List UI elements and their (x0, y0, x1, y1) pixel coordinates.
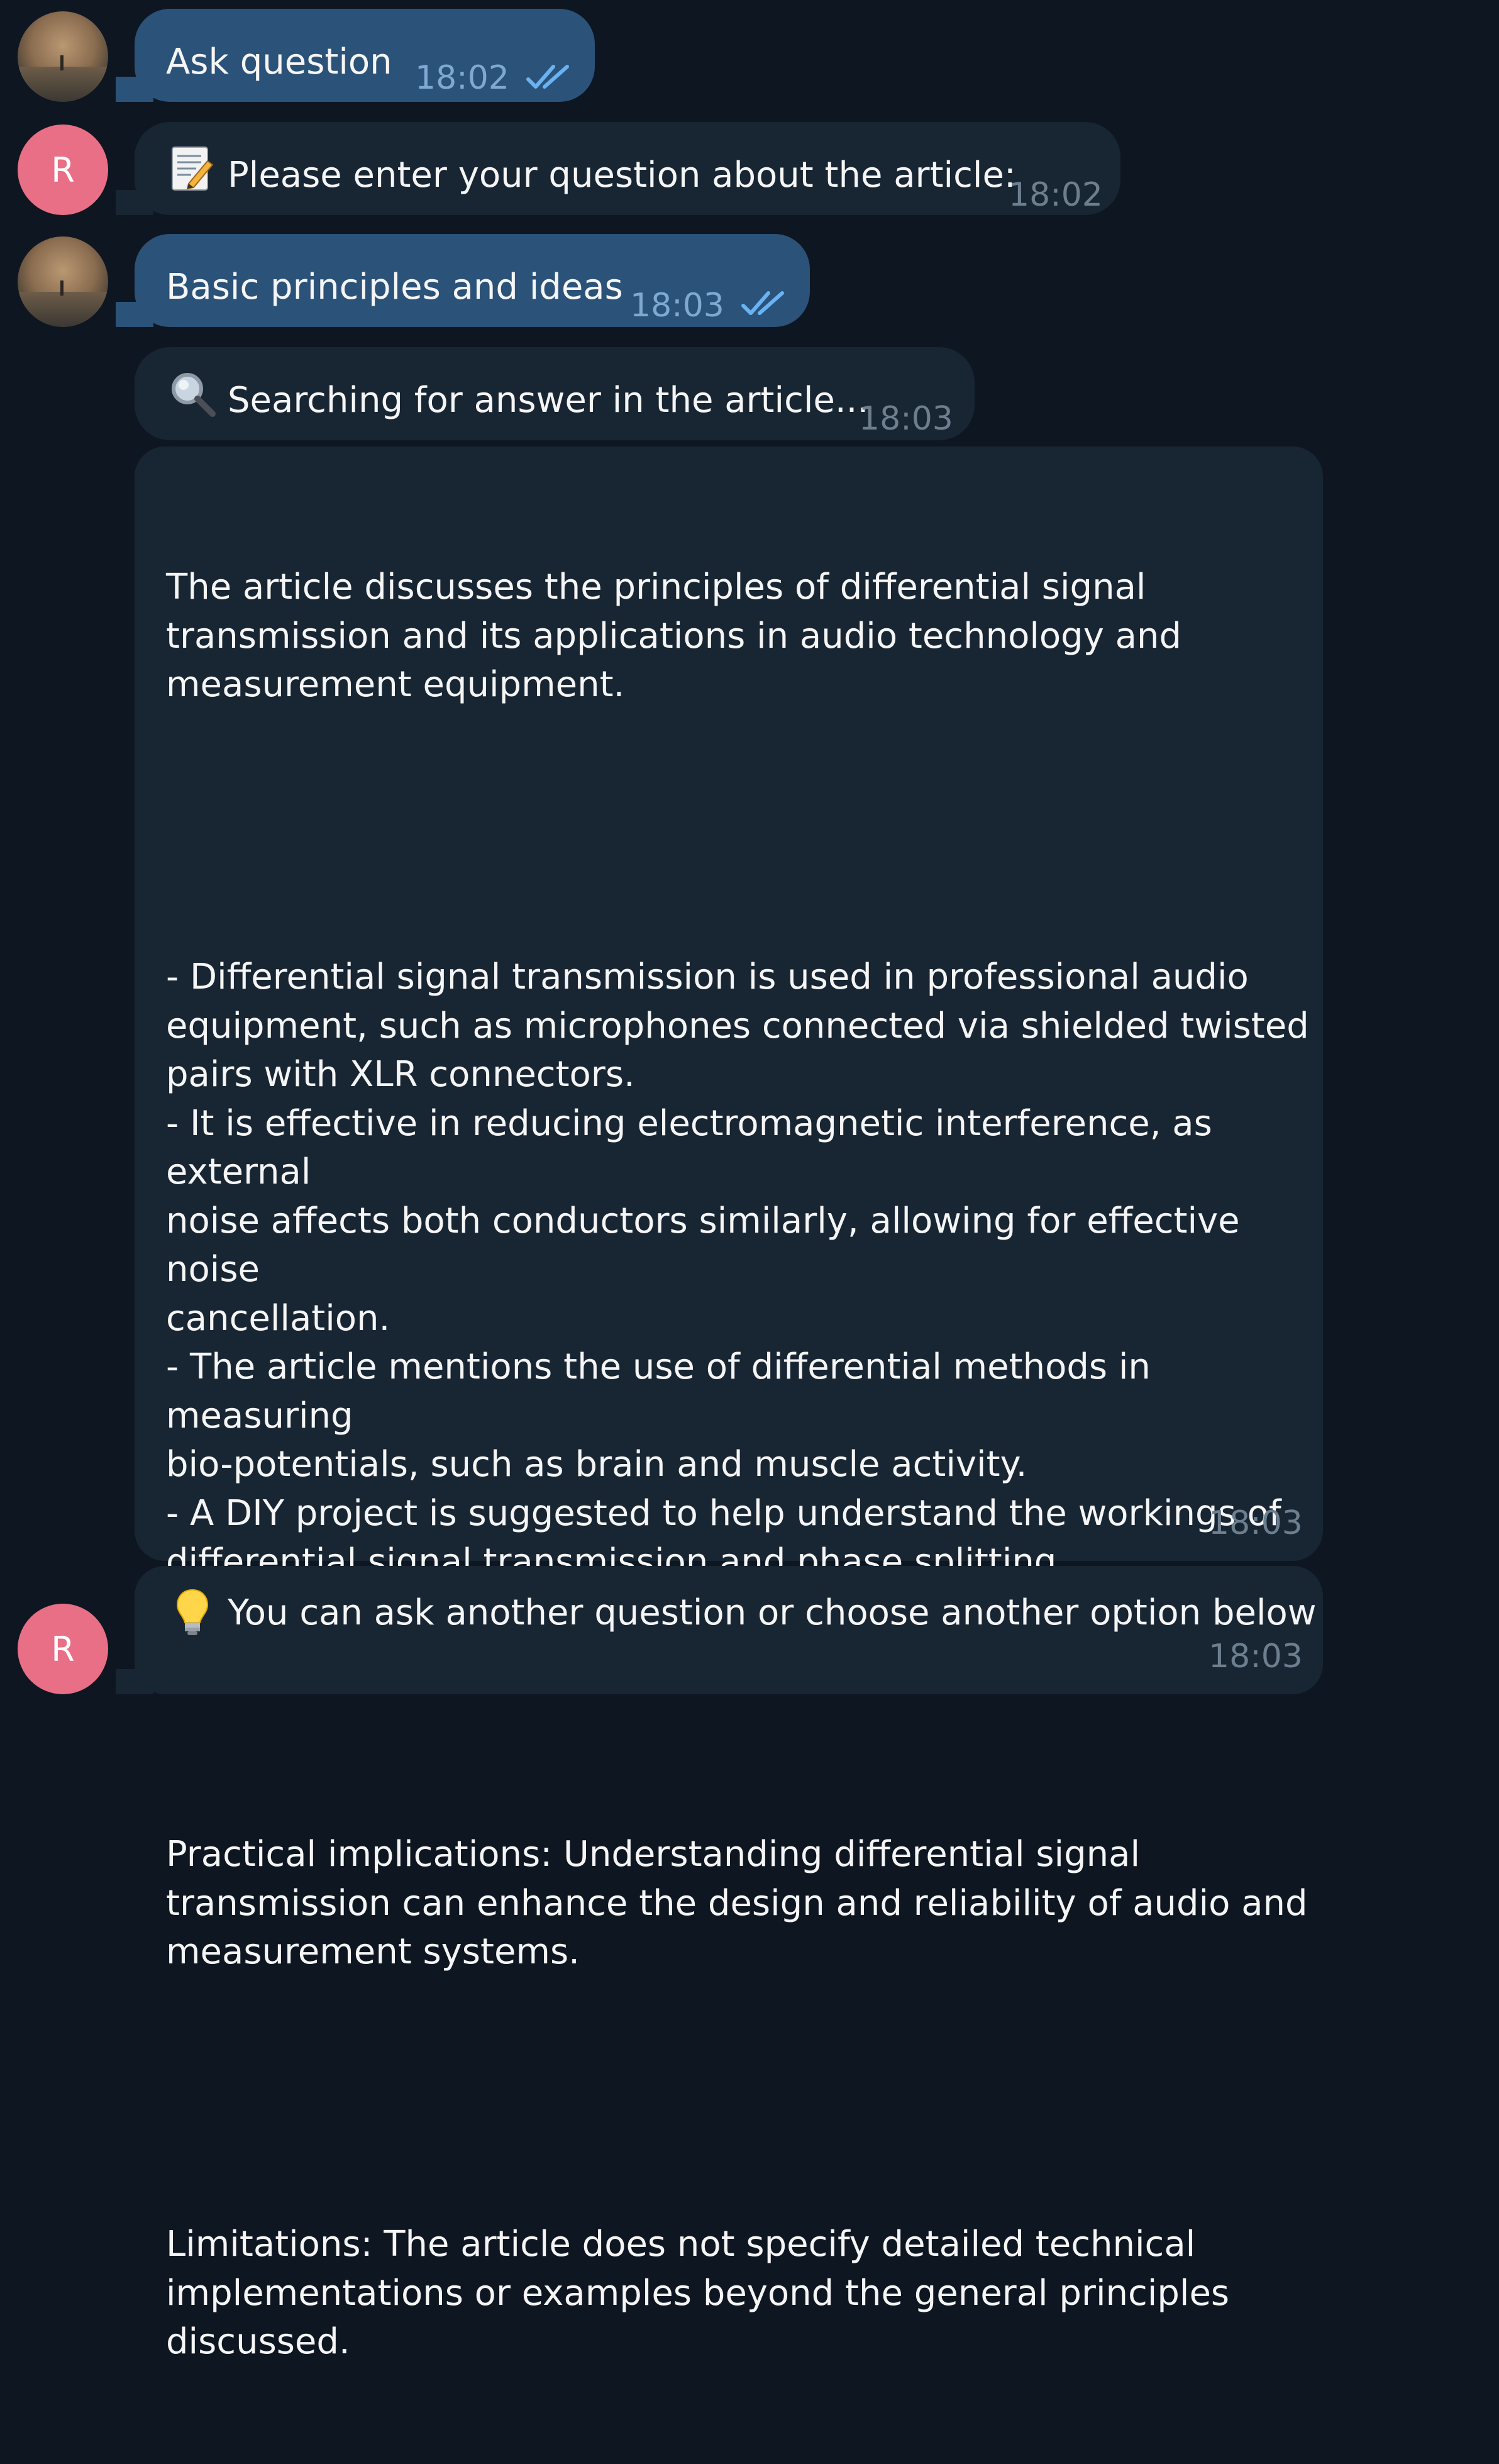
bubble-tail (116, 302, 153, 327)
answer-paragraph: The article discusses the principles of … (166, 567, 1182, 705)
bot-avatar[interactable]: R (18, 1604, 108, 1694)
lightbulb-icon (176, 1589, 209, 1635)
bubble-tail (116, 77, 153, 102)
answer-paragraph: Limitations: The article does not specif… (166, 2224, 1230, 2362)
avatar-photo-figure (60, 55, 64, 70)
memo-pencil-icon (172, 147, 214, 191)
avatar-initial: R (51, 1629, 75, 1669)
message-bubble-incoming[interactable]: Searching for answer in the article... 1… (135, 347, 975, 440)
message-text: You can ask another question or choose a… (228, 1592, 1317, 1633)
message-text: Ask question (166, 42, 392, 82)
user-avatar[interactable] (18, 11, 108, 102)
answer-paragraph: - Differential signal transmission is us… (166, 957, 1309, 1582)
read-receipt-icon (526, 65, 569, 89)
message-time: 18:03 (1209, 1504, 1303, 1542)
bubble-tail (116, 1669, 153, 1694)
message-bubble-incoming[interactable]: Please enter your question about the art… (116, 122, 1120, 215)
magnifier-icon (172, 373, 216, 417)
message-time: 18:03 (1209, 1638, 1303, 1675)
message-text: Basic principles and ideas (166, 267, 623, 308)
avatar-photo-figure (60, 280, 64, 296)
answer-message-bubble[interactable]: The article discusses the principles of … (135, 447, 1323, 2362)
message-time: 18:02 (415, 59, 509, 97)
message-bubble-outgoing[interactable]: Basic principles and ideas 18:03 (116, 234, 810, 327)
user-avatar[interactable] (18, 236, 108, 327)
message-text: Please enter your question about the art… (228, 155, 1016, 196)
answer-text: The article discusses the principles of … (166, 465, 1323, 2464)
avatar-photo-landscape (18, 67, 108, 102)
avatar-photo-landscape (18, 292, 108, 327)
message-text: Searching for answer in the article... (228, 380, 869, 421)
avatar-initial: R (51, 150, 75, 190)
bubble-tail (116, 190, 153, 215)
message-time: 18:03 (630, 287, 724, 325)
message-time: 18:03 (859, 400, 953, 438)
answer-paragraph: Practical implications: Understanding di… (166, 1834, 1308, 1972)
message-bubble-incoming[interactable]: You can ask another question or choose a… (116, 1566, 1323, 1694)
read-receipt-icon (741, 291, 784, 315)
message-time: 18:02 (1009, 176, 1103, 214)
bot-avatar[interactable]: R (18, 125, 108, 215)
message-bubble-outgoing[interactable]: Ask question 18:02 (116, 9, 595, 102)
